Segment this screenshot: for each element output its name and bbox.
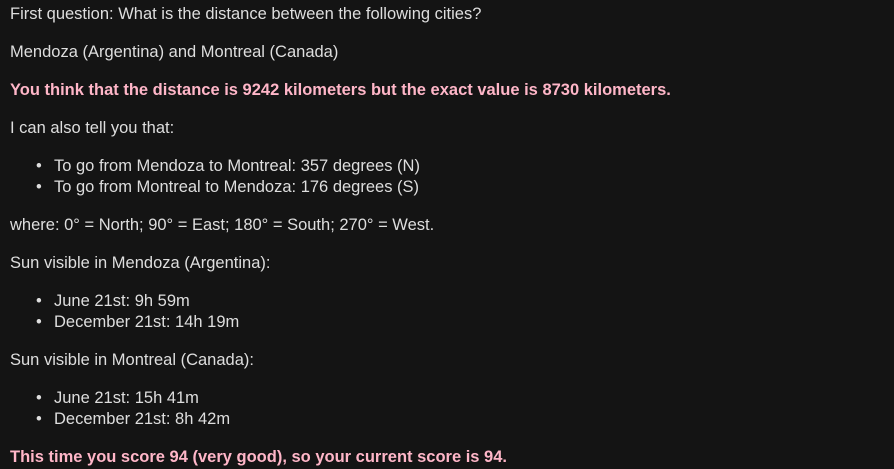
sun-city1-title: Sun visible in Mendoza (Argentina): [10, 254, 271, 272]
list-item: • To go from Montreal to Mendoza: 176 deg… [36, 177, 884, 198]
sun-time-text: June 21st: 15h 41m [54, 389, 199, 407]
question-text: First question: What is the distance bet… [10, 5, 482, 23]
bullet-icon: • [36, 157, 42, 175]
intro-text: I can also tell you that: [10, 119, 175, 137]
sun-time-text: December 21st: 8h 42m [54, 410, 231, 428]
directions-list: • To go from Mendoza to Montreal: 357 deg… [10, 156, 884, 198]
bullet-icon: • [36, 313, 42, 331]
compass-legend: where: 0° = North; 90° = East; 180° = So… [10, 216, 435, 234]
score-text: This time you score 94 (very good), so y… [10, 448, 507, 466]
sun-city2-title: Sun visible in Montreal (Canada): [10, 351, 254, 369]
direction-text: To go from Mendoza to Montreal: 357 degr… [54, 157, 420, 175]
quiz-page: First question: What is the distance bet… [0, 0, 894, 468]
result-text: You think that the distance is 9242 kilo… [10, 81, 671, 99]
list-item: • June 21st: 9h 59m [36, 291, 884, 312]
cities-text: Mendoza (Argentina) and Montreal (Canada… [10, 43, 339, 61]
bullet-icon: • [36, 410, 42, 428]
list-item: • December 21st: 8h 42m [36, 409, 884, 430]
bullet-icon: • [36, 292, 42, 310]
list-item: • June 21st: 15h 41m [36, 388, 884, 409]
sun-time-text: December 21st: 14h 19m [54, 313, 240, 331]
list-item: • December 21st: 14h 19m [36, 312, 884, 333]
bullet-icon: • [36, 389, 42, 407]
sun-city1-list: • June 21st: 9h 59m • December 21st: 14h 1… [10, 291, 884, 333]
direction-text: To go from Montreal to Mendoza: 176 degr… [54, 178, 420, 196]
sun-time-text: June 21st: 9h 59m [54, 292, 190, 310]
bullet-icon: • [36, 178, 42, 196]
list-item: • To go from Mendoza to Montreal: 357 deg… [36, 156, 884, 177]
sun-city2-list: • June 21st: 15h 41m • December 21st: 8h 4… [10, 388, 884, 430]
